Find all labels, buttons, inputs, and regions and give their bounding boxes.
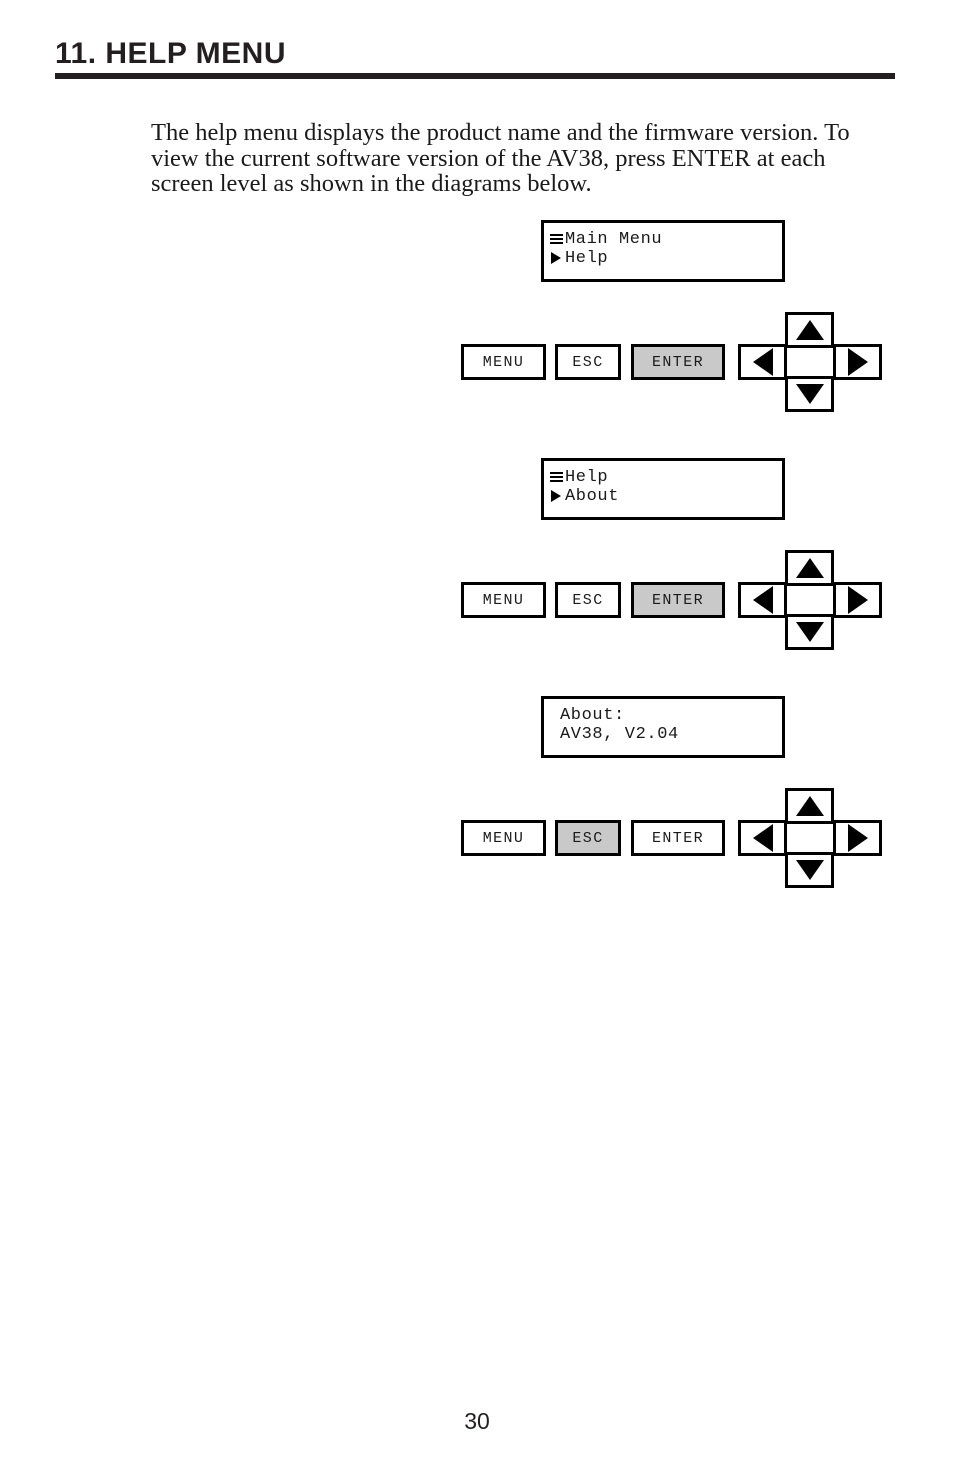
lcd-line-text: AV38, V2.04 (560, 725, 679, 744)
header-divider (55, 73, 895, 79)
left-arrow-button[interactable] (738, 344, 787, 380)
lcd-line-text: Help (565, 468, 609, 487)
lcd-screen-1: Main Menu Help (541, 220, 785, 282)
lcd-line-1: About: (560, 706, 782, 725)
up-arrow-icon (795, 320, 824, 340)
menu-button[interactable]: MENU (461, 820, 546, 856)
lcd-screen-3: About: AV38, V2.04 (541, 696, 785, 758)
dpad-2 (738, 550, 883, 650)
intro-paragraph: The help menu displays the product name … (151, 120, 873, 197)
esc-button[interactable]: ESC (555, 582, 621, 618)
lcd-line-text: Help (565, 249, 609, 268)
dpad-1 (738, 312, 883, 412)
down-arrow-icon (795, 384, 824, 404)
down-arrow-icon (795, 860, 824, 880)
right-arrow-button[interactable] (833, 582, 882, 618)
lcd-line-2: AV38, V2.04 (560, 725, 782, 744)
lcd-screen-2: Help About (541, 458, 785, 520)
enter-button[interactable]: ENTER (631, 582, 725, 618)
left-arrow-button[interactable] (738, 582, 787, 618)
up-arrow-button[interactable] (785, 312, 834, 348)
right-arrow-button[interactable] (833, 820, 882, 856)
intro-text: The help menu displays the product name … (151, 119, 850, 197)
left-arrow-button[interactable] (738, 820, 787, 856)
lcd-line-text: Main Menu (565, 230, 663, 249)
keypad-2: MENU ESC ENTER (0, 550, 954, 650)
dpad-3 (738, 788, 883, 888)
page-header: 11. HELP MENU (55, 38, 895, 70)
up-arrow-button[interactable] (785, 550, 834, 586)
page-title: 11. HELP MENU (55, 37, 287, 70)
up-arrow-icon (795, 796, 824, 816)
cursor-triangle-icon (550, 490, 563, 503)
left-arrow-icon (752, 348, 773, 376)
up-arrow-icon (795, 558, 824, 578)
keypad-1: MENU ESC ENTER (0, 312, 954, 412)
up-arrow-button[interactable] (785, 788, 834, 824)
lcd-line-text: About (565, 487, 620, 506)
hamburger-menu-icon (550, 234, 563, 245)
left-arrow-icon (752, 586, 773, 614)
esc-button[interactable]: ESC (555, 344, 621, 380)
lcd-line-1: Main Menu (550, 230, 782, 249)
down-arrow-button[interactable] (785, 614, 834, 650)
cursor-triangle-icon (550, 252, 563, 265)
menu-button[interactable]: MENU (461, 582, 546, 618)
down-arrow-button[interactable] (785, 376, 834, 412)
esc-button[interactable]: ESC (555, 820, 621, 856)
page-number: 30 (464, 1408, 490, 1434)
enter-button[interactable]: ENTER (631, 820, 725, 856)
menu-button[interactable]: MENU (461, 344, 546, 380)
left-arrow-icon (752, 824, 773, 852)
enter-button[interactable]: ENTER (631, 344, 725, 380)
lcd-line-1: Help (550, 468, 782, 487)
right-arrow-icon (847, 348, 868, 376)
keypad-3: MENU ESC ENTER (0, 788, 954, 888)
right-arrow-icon (847, 586, 868, 614)
right-arrow-icon (847, 824, 868, 852)
right-arrow-button[interactable] (833, 344, 882, 380)
hamburger-menu-icon (550, 472, 563, 483)
down-arrow-button[interactable] (785, 852, 834, 888)
lcd-line-2: Help (550, 249, 782, 268)
lcd-line-text: About: (560, 706, 625, 725)
lcd-line-2: About (550, 487, 782, 506)
down-arrow-icon (795, 622, 824, 642)
